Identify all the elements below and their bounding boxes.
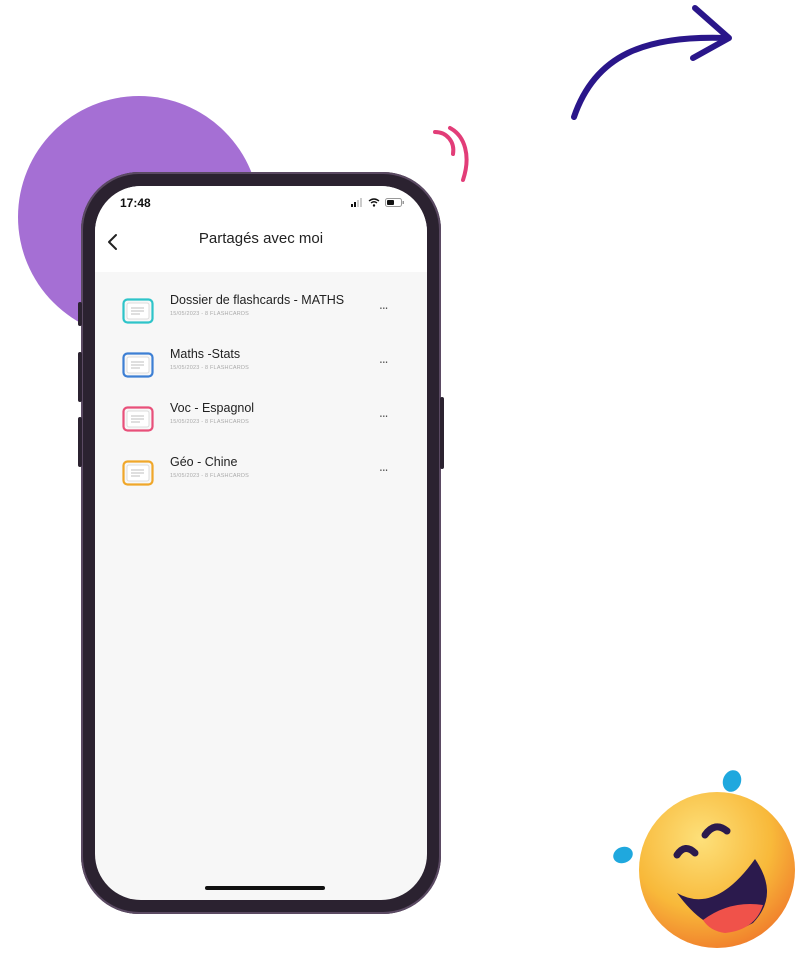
phone-mute-switch (78, 302, 82, 326)
navigation-bar: Partagés avec moi (95, 226, 427, 272)
phone-volume-up (78, 352, 82, 402)
folder-row[interactable]: Maths -Stats 15/05/2023 - 8 FLASHCARDS .… (95, 344, 427, 398)
folder-title: Dossier de flashcards - MATHS (170, 293, 345, 307)
folder-meta: 15/05/2023 - 8 FLASHCARDS (170, 311, 249, 317)
curved-arrow-icon (571, 5, 732, 120)
folder-row[interactable]: Voc - Espagnol 15/05/2023 - 8 FLASHCARDS… (95, 398, 427, 452)
battery-icon (385, 198, 404, 207)
status-time: 17:48 (120, 196, 151, 210)
folder-row[interactable]: Dossier de flashcards - MATHS 15/05/2023… (95, 290, 427, 344)
more-options-icon[interactable]: ... (379, 460, 389, 474)
phone-volume-down (78, 417, 82, 467)
phone-mockup: 17:48 Partagés avec moi Dossier de flash… (78, 172, 444, 914)
phone-screen: 17:48 Partagés avec moi Dossier de flash… (95, 186, 427, 900)
signal-icon (351, 198, 362, 207)
home-indicator[interactable] (205, 886, 325, 890)
folder-row[interactable]: Géo - Chine 15/05/2023 - 8 FLASHCARDS ..… (95, 452, 427, 506)
status-icons (351, 198, 405, 207)
more-options-icon[interactable]: ... (379, 406, 389, 420)
phone-power-button (440, 397, 444, 469)
status-bar: 17:48 (95, 186, 427, 226)
flashcard-folder-icon (122, 406, 154, 432)
flashcard-folder-icon (122, 460, 154, 486)
page-title: Partagés avec moi (198, 230, 324, 247)
sound-waves-icon (433, 126, 469, 182)
more-options-icon[interactable]: ... (379, 352, 389, 366)
flashcard-folder-icon (122, 298, 154, 324)
flashcard-folder-icon (122, 352, 154, 378)
wifi-icon (368, 198, 380, 207)
folder-meta: 15/05/2023 - 8 FLASHCARDS (170, 473, 249, 479)
folder-title: Maths -Stats (170, 347, 241, 361)
folder-title: Voc - Espagnol (170, 401, 255, 415)
folder-title: Géo - Chine (170, 455, 238, 469)
more-options-icon[interactable]: ... (379, 298, 389, 312)
laughing-emoji-icon (613, 770, 795, 948)
folder-meta: 15/05/2023 - 8 FLASHCARDS (170, 365, 249, 371)
shared-folders-list: Dossier de flashcards - MATHS 15/05/2023… (95, 290, 427, 506)
folder-meta: 15/05/2023 - 8 FLASHCARDS (170, 419, 249, 425)
